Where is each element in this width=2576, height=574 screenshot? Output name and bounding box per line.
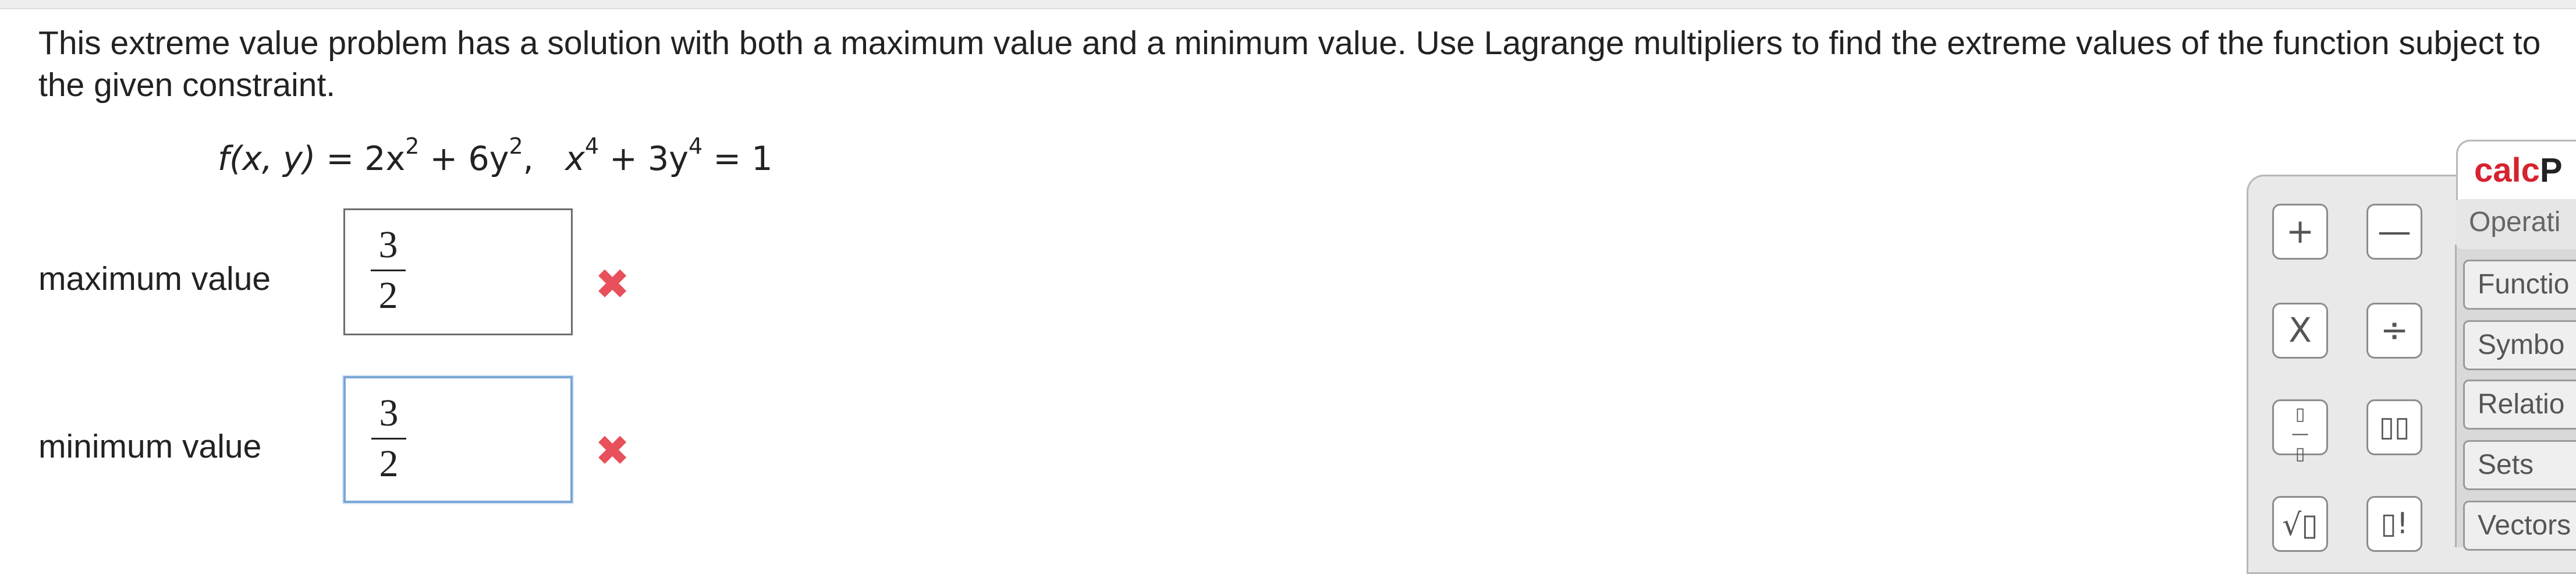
calcpad-category-relations[interactable]: Relatio [2463,380,2576,430]
fraction-bar [371,438,406,440]
question-text: This extreme value problem has a solutio… [38,24,2541,104]
maximum-value-fraction: 3 2 [371,223,406,318]
calcpad-title[interactable]: calcP [2456,140,2576,200]
calcpad-category-operations[interactable]: Operati [2456,199,2576,249]
calcpad-plus-button[interactable]: + [2272,204,2328,260]
fraction-numerator: 3 [378,224,398,266]
minimum-value-fraction: 3 2 [371,391,406,486]
calcpad-category-functions[interactable]: Functio [2463,260,2576,310]
calcpad-category-sets[interactable]: Sets [2463,440,2576,490]
calcpad-factorial-button[interactable]: ▯! [2366,496,2422,552]
fraction-numerator: 3 [379,392,399,434]
calcpad-sqrt-button[interactable]: √▯ [2272,496,2328,552]
fraction-denominator: 2 [379,442,399,485]
top-rule [0,0,2576,9]
calcpad-divide-button[interactable]: ÷ [2366,303,2422,359]
calcpad-fraction-button[interactable]: ▯ — ▯ [2272,399,2328,464]
calcpad-category-symbols[interactable]: Symbo [2463,320,2576,370]
calcpad-multiply-button[interactable]: X [2272,303,2328,359]
maximum-value-input[interactable]: 3 2 [343,208,573,335]
minimum-value-label: minimum value [38,428,262,465]
function-name: f(x, y) [218,140,316,178]
fraction-template-icon: ▯ — ▯ [2291,404,2309,464]
maximum-value-label: maximum value [38,260,271,297]
calcpad-minus-button[interactable]: — [2366,204,2422,260]
fraction-bar [371,270,406,271]
fraction-denominator: 2 [378,274,398,317]
incorrect-x-icon: ✖ [595,426,630,475]
sqrt-icon: √▯ [2282,508,2318,543]
incorrect-x-icon: ✖ [595,260,630,309]
function-formula: f(x, y) = 2x2 + 6y2, x4 + 3y4 = 1 [218,133,773,178]
minimum-value-input[interactable]: 3 2 [343,376,573,503]
calcpad-exponent-button[interactable]: ▯▯ [2366,399,2422,455]
calcpad-category-vectors[interactable]: Vectors [2463,501,2576,551]
